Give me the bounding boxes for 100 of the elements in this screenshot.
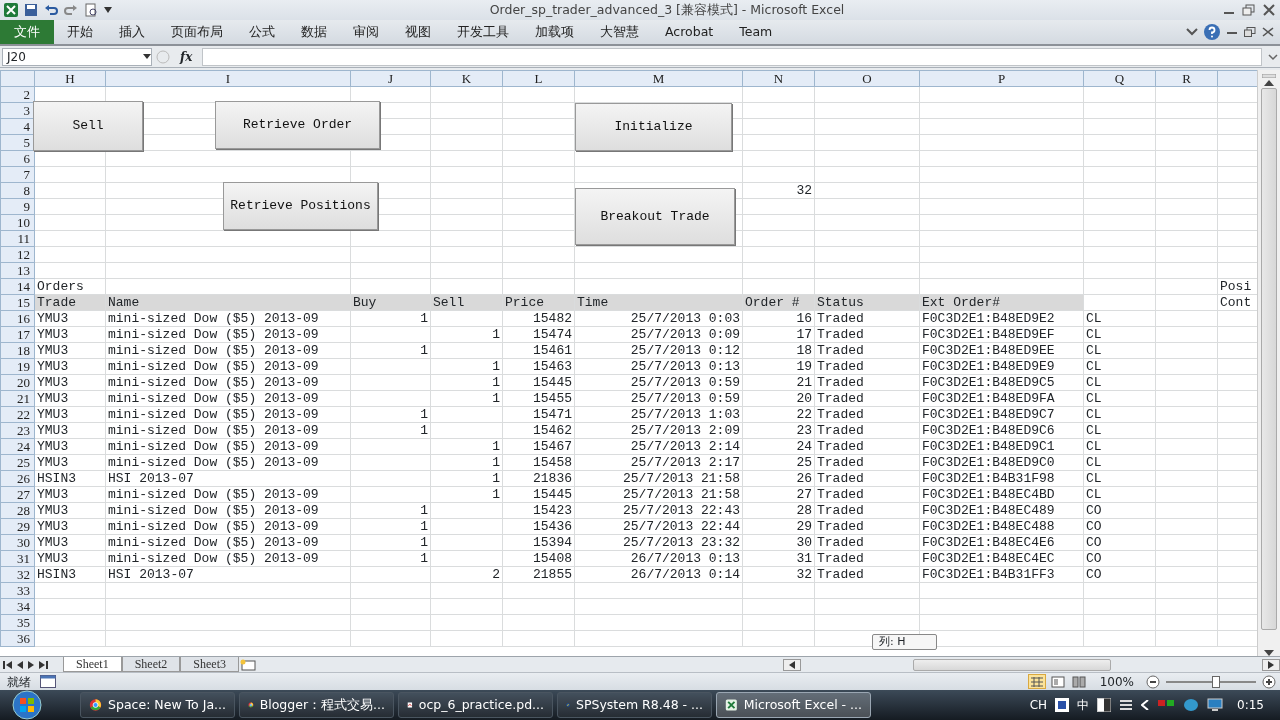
name-box[interactable]: J20 — [2, 47, 152, 66]
ribbon-tab[interactable]: 公式 — [236, 22, 288, 42]
page-break-icon[interactable] — [1071, 675, 1086, 688]
caret-icon[interactable] — [143, 54, 151, 59]
taskbar-item[interactable]: SPSystem R8.48 - ... — [557, 692, 712, 718]
ribbon-tab[interactable]: 大智慧 — [587, 22, 652, 42]
slider-thumb[interactable] — [1211, 675, 1220, 688]
ribbon-tab[interactable]: 开始 — [54, 22, 106, 42]
column-header[interactable]: O — [814, 70, 920, 87]
table-cell: 25/7/2013 0:59 — [574, 374, 743, 391]
caret-icon[interactable] — [104, 7, 112, 13]
table-cell: YMU3 — [34, 358, 106, 375]
ribbon-tab[interactable]: Team — [726, 22, 786, 42]
clock: 0:15 — [1237, 697, 1264, 714]
split-handle-icon[interactable] — [1262, 74, 1276, 78]
column-header[interactable]: K — [430, 70, 503, 87]
close-icon[interactable] — [1262, 27, 1274, 37]
scroll-left-icon[interactable] — [783, 658, 801, 671]
print-preview-icon[interactable] — [84, 3, 98, 17]
table-cell: F0C3D2E1:B48ED9C5 — [919, 374, 1084, 391]
table-cell: CL — [1083, 470, 1156, 487]
sheet-tab[interactable]: Sheet2 — [121, 657, 181, 672]
ribbon-tab[interactable]: 审阅 — [340, 22, 392, 42]
table-cell: 17 — [742, 326, 815, 343]
last-sheet-icon[interactable] — [38, 660, 48, 669]
table-cell: YMU3 — [34, 422, 106, 439]
column-header[interactable]: I — [105, 70, 351, 87]
ribbon-tab[interactable]: 数据 — [288, 22, 340, 42]
ribbon-tab[interactable]: 页面布局 — [158, 22, 236, 42]
normal-view-icon[interactable] — [1029, 675, 1044, 688]
expand-ribbon-icon[interactable] — [1186, 27, 1198, 37]
macro-button[interactable]: Breakout Trade — [575, 188, 735, 245]
language-indicator[interactable]: CH — [1029, 696, 1048, 714]
table-cell: 27 — [742, 486, 815, 503]
ribbon-tab[interactable]: 加载项 — [522, 22, 587, 42]
undo-icon[interactable] — [44, 3, 58, 17]
table-cell: 29 — [742, 518, 815, 535]
redo-icon[interactable] — [64, 3, 78, 17]
taskbar-item[interactable]: ocp_6_practice.pd... — [398, 692, 553, 718]
table-cell: mini-sized Dow ($5) 2013-09 — [105, 518, 351, 535]
macro-button[interactable]: Sell — [33, 101, 143, 151]
sheet-tab[interactable]: Sheet3 — [180, 657, 239, 672]
column-header[interactable]: P — [919, 70, 1084, 87]
zoom-out-icon[interactable] — [1146, 674, 1160, 689]
ribbon-tab[interactable]: 视图 — [392, 22, 444, 42]
scroll-right-icon[interactable] — [1262, 658, 1280, 671]
sheet-tab[interactable]: Sheet1 — [63, 657, 122, 672]
column-header[interactable]: H — [34, 70, 106, 87]
column-header[interactable]: L — [502, 70, 575, 87]
show-hidden-icon[interactable] — [1141, 700, 1150, 710]
spreadsheet-app-icon — [4, 3, 18, 17]
chat-icon[interactable] — [1183, 698, 1200, 712]
help-icon[interactable] — [1204, 24, 1220, 40]
column-header[interactable]: R — [1155, 70, 1218, 87]
restore-icon[interactable] — [1242, 4, 1256, 16]
taskbar-item[interactable]: Blogger：程式交易... — [239, 692, 394, 718]
zoom-in-icon[interactable] — [1262, 674, 1276, 689]
table-cell: 15482 — [502, 310, 575, 327]
next-sheet-icon[interactable] — [27, 660, 35, 669]
column-header[interactable]: M — [574, 70, 743, 87]
table-cell: CL — [1083, 438, 1156, 455]
formula-input[interactable] — [202, 47, 1262, 66]
save-icon[interactable] — [24, 3, 38, 17]
scrollbar-thumb[interactable] — [1261, 88, 1277, 630]
page-layout-icon[interactable] — [1050, 675, 1065, 688]
macro-button[interactable]: Initialize — [575, 103, 732, 151]
ribbon-tab[interactable]: 开发工具 — [444, 22, 522, 42]
taskbar-item[interactable]: Space: New To Ja... — [80, 692, 235, 718]
insert-sheet-icon[interactable] — [239, 657, 257, 672]
menu-icon[interactable] — [1119, 699, 1134, 711]
column-header[interactable]: Q — [1083, 70, 1156, 87]
table-cell: YMU3 — [34, 454, 106, 471]
previous-sheet-icon[interactable] — [16, 660, 24, 669]
file-tab[interactable]: 文件 — [0, 20, 54, 44]
ribbon-tab[interactable]: 插入 — [106, 22, 158, 42]
monitor-icon[interactable] — [1207, 698, 1224, 712]
half-width-icon[interactable] — [1097, 698, 1112, 712]
close-icon[interactable] — [1262, 4, 1276, 16]
first-sheet-icon[interactable] — [3, 660, 13, 669]
taskbar-item[interactable]: Microsoft Excel - ... — [716, 692, 871, 718]
table-cell: CO — [1083, 502, 1156, 519]
macro-record-icon[interactable] — [40, 675, 56, 688]
scroll-up-icon[interactable] — [1264, 80, 1274, 86]
table-cell: 25/7/2013 0:03 — [574, 310, 743, 327]
column-header[interactable]: N — [742, 70, 815, 87]
input-method-icon[interactable] — [1055, 698, 1070, 712]
column-header[interactable]: J — [350, 70, 431, 87]
ime-mode[interactable]: 中 — [1077, 696, 1090, 714]
macro-button[interactable]: Retrieve Order — [215, 101, 380, 149]
insert-function-button[interactable]: fx — [174, 47, 199, 66]
table-cell: Traded — [814, 374, 920, 391]
table-cell: mini-sized Dow ($5) 2013-09 — [105, 502, 351, 519]
table-cell: CL — [1083, 326, 1156, 343]
table-cell: 15471 — [502, 406, 575, 423]
macro-button[interactable]: Retrieve Positions — [223, 182, 378, 230]
table-cell: 15467 — [502, 438, 575, 455]
table-cell: 15458 — [502, 454, 575, 471]
scrollbar-thumb[interactable] — [913, 658, 1111, 671]
restore-icon[interactable] — [1244, 27, 1256, 37]
ribbon-tab[interactable]: Acrobat — [652, 22, 727, 42]
